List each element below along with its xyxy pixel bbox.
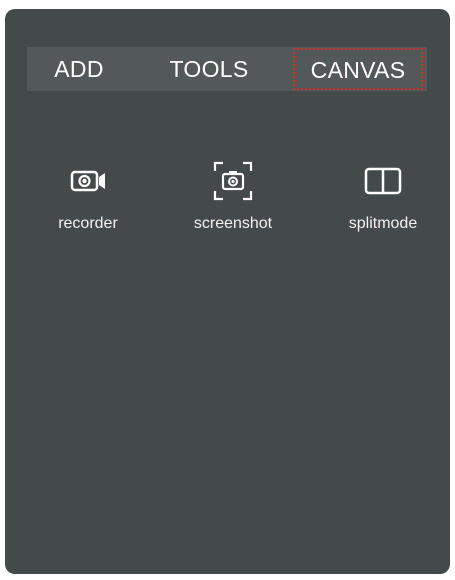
tab-canvas[interactable]: CANVAS xyxy=(293,48,423,90)
tab-add[interactable]: ADD xyxy=(49,47,109,91)
recorder-label: recorder xyxy=(58,215,118,232)
video-camera-icon xyxy=(70,170,105,192)
tools-panel: ADD TOOLS CANVAS recorder screenshot spl… xyxy=(5,9,450,574)
recorder-button[interactable]: recorder xyxy=(28,159,148,233)
tab-tools[interactable]: TOOLS xyxy=(165,47,253,91)
split-screen-icon xyxy=(364,167,402,195)
screenshot-label: screenshot xyxy=(193,215,273,232)
splitmode-button[interactable]: splitmode xyxy=(323,159,443,233)
tab-bar: ADD TOOLS CANVAS xyxy=(27,47,427,91)
screenshot-button[interactable]: screenshot xyxy=(173,159,293,233)
screenshot-camera-icon xyxy=(213,161,253,201)
splitmode-label: splitmode xyxy=(348,215,418,232)
